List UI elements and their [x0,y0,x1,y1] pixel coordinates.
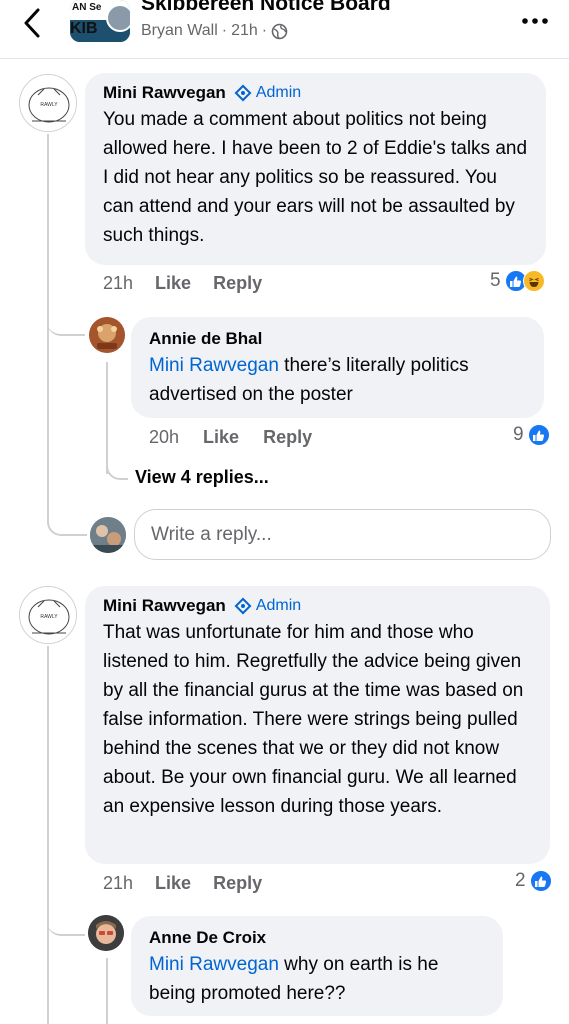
like-icon [527,424,550,446]
sketch-avatar-icon: RAWLY [20,75,76,131]
comment-actions: 21h Like Reply [103,273,262,294]
comment-actions: 21h Like Reply [103,873,262,894]
view-replies-connector [106,458,128,480]
reply-author-row: Annie de Bhal [149,329,528,349]
reply-button[interactable]: Reply [213,873,262,894]
comment-author-row: Mini Rawvegan Admin [103,596,534,616]
reply-author[interactable]: Annie de Bhal [149,329,262,349]
post-time[interactable]: 21h [231,22,258,40]
svg-text:RAWLY: RAWLY [40,102,58,108]
comment-author-row: Mini Rawvegan Admin [103,83,530,103]
mention-link[interactable]: Mini Rawvegan [149,954,279,975]
reply-connector [47,900,85,936]
globe-icon [271,23,288,39]
reply-button[interactable]: Reply [213,273,262,294]
comment-text: That was unfortunate for him and those w… [103,622,524,817]
admin-shield-icon [234,84,252,102]
admin-label: Admin [255,597,302,614]
write-reply-connector [47,510,87,536]
mention-link[interactable]: Mini Rawvegan [149,355,279,376]
reply-text: Mini Rawvegan there’s literally politics… [149,351,528,409]
comment-author[interactable]: Mini Rawvegan [103,83,226,103]
reply-thread-line [106,958,108,1024]
comment-time[interactable]: 21h [103,873,133,894]
write-reply-placeholder: Write a reply... [151,523,272,545]
reply-connector [47,300,85,336]
reply-like-button[interactable]: Like [203,427,239,448]
post-header: AN Se KIB Skibbereen Notice Board Bryan … [0,0,569,56]
comment-author[interactable]: Mini Rawvegan [103,596,226,616]
back-button[interactable] [18,6,48,40]
reply-avatar[interactable] [88,915,124,951]
author-avatar [106,4,130,32]
reaction-summary[interactable]: 5 [490,270,545,292]
meta-separator: · [221,22,228,39]
reply-time[interactable]: 20h [149,427,179,448]
more-options-button[interactable] [519,10,551,32]
reply-avatar-image [89,317,125,353]
comment-bubble: Mini Rawvegan Admin That was unfortunate… [85,586,550,864]
group-avatar-text-main: KIB [70,20,98,37]
reply-bubble: Annie de Bhal Mini Rawvegan there’s lite… [131,317,544,418]
comment-time[interactable]: 21h [103,273,133,294]
group-avatar[interactable]: AN Se KIB [70,0,130,42]
reply-reaction-summary[interactable]: 9 [513,424,550,446]
group-avatar-text-top: AN Se [72,2,102,13]
like-icon [529,870,552,892]
reply-reply-button[interactable]: Reply [263,427,312,448]
reply-avatar-image [88,915,124,951]
admin-label: Admin [255,84,302,101]
group-title[interactable]: Skibbereen Notice Board [141,0,391,16]
post-meta: Bryan Wall · 21h · [141,22,288,40]
reply-bubble: Anne De Croix Mini Rawvegan why on earth… [131,916,503,1016]
view-replies-link[interactable]: View 4 replies... [135,467,269,488]
reply-reaction-count: 9 [513,424,524,445]
reply-avatar[interactable] [89,317,125,353]
my-avatar [90,517,126,553]
chevron-left-icon [24,8,40,38]
reaction-count: 2 [515,870,526,891]
reply-text: Mini Rawvegan why on earth is he being p… [149,950,487,1008]
like-button[interactable]: Like [155,273,191,294]
sketch-avatar-icon: RAWLY [20,587,76,643]
more-horizontal-icon [522,18,548,24]
haha-icon [522,270,545,292]
meta-separator-2: · [261,22,268,39]
reaction-count: 5 [490,270,501,291]
admin-badge: Admin [234,597,301,615]
commenter-avatar[interactable]: RAWLY [19,74,77,132]
write-reply-input[interactable]: Write a reply... [134,509,551,560]
post-author[interactable]: Bryan Wall [141,22,218,40]
admin-badge: Admin [234,84,301,102]
reply-author[interactable]: Anne De Croix [149,928,266,948]
thread-line [47,646,49,1024]
reaction-summary[interactable]: 2 [515,870,552,892]
commenter-avatar[interactable]: RAWLY [19,586,77,644]
admin-shield-icon [234,597,252,615]
header-divider [0,58,569,59]
reply-actions: 20h Like Reply [149,427,312,448]
my-avatar-image [90,517,126,553]
like-button[interactable]: Like [155,873,191,894]
comment-bubble: Mini Rawvegan Admin You made a comment a… [85,73,546,265]
reply-author-row: Anne De Croix [149,928,487,948]
svg-text:RAWLY: RAWLY [40,614,58,620]
comment-text: You made a comment about politics not be… [103,109,528,246]
